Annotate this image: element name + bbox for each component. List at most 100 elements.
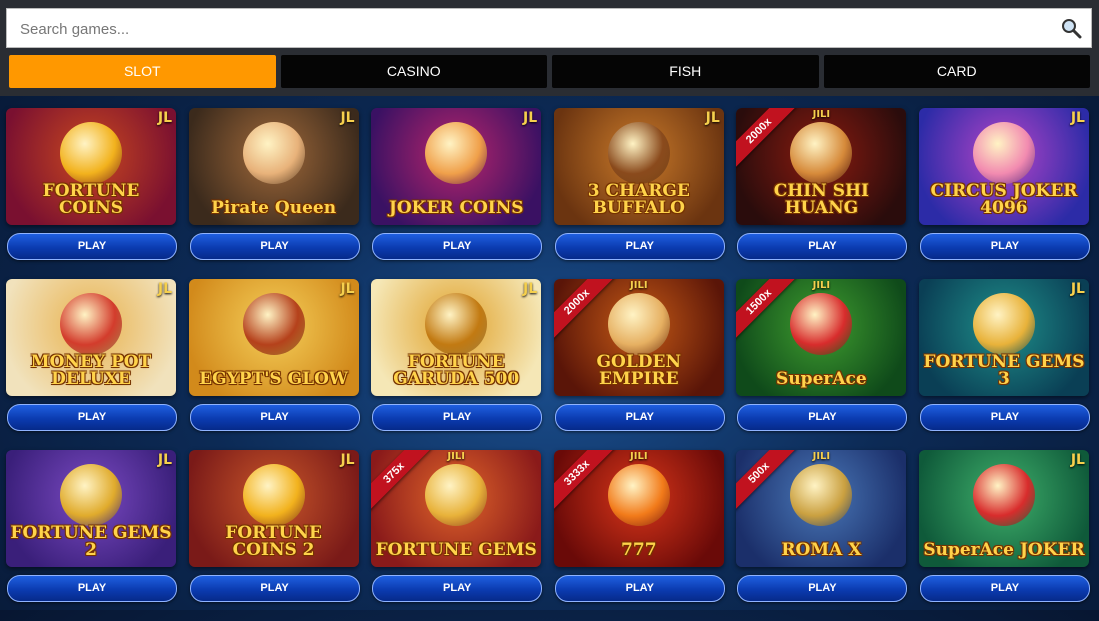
game-card: JL 3 CHARGE BUFFALO PLAY (553, 108, 725, 279)
provider-logo: JILI (630, 451, 648, 462)
provider-logo: JL (1070, 281, 1085, 297)
game-thumbnail[interactable]: JILI 2000x GOLDEN EMPIRE (553, 279, 724, 396)
game-thumbnail[interactable]: JL JOKER COINS (371, 108, 542, 225)
provider-logo: JL (157, 281, 172, 297)
play-button[interactable]: PLAY (7, 404, 177, 431)
play-button[interactable]: PLAY (919, 404, 1090, 431)
game-thumbnail[interactable]: JL FORTUNE GEMS 2 (6, 450, 176, 567)
play-button[interactable]: PLAY (189, 575, 360, 602)
game-thumbnail[interactable]: JL EGYPT'S GLOW (188, 279, 359, 396)
game-title: FORTUNE GEMS (375, 540, 537, 560)
provider-logo: JILI (812, 109, 831, 120)
play-button[interactable]: PLAY (372, 404, 543, 431)
provider-logo: JILI (812, 451, 831, 462)
game-card: JL FORTUNE GEMS 2 PLAY (6, 450, 177, 621)
play-button[interactable]: PLAY (737, 233, 908, 260)
game-character-art (790, 122, 853, 184)
game-card: JILI 1500x SuperAce PLAY (736, 279, 908, 450)
play-button[interactable]: PLAY (554, 404, 725, 431)
play-button[interactable]: PLAY (737, 575, 908, 602)
game-title: Pirate Queen (211, 198, 337, 218)
game-thumbnail[interactable]: JILI 1500x SuperAce (736, 279, 907, 396)
provider-logo: JL (1070, 452, 1085, 468)
game-title: EGYPT'S GLOW (199, 369, 348, 389)
game-thumbnail[interactable]: JL SuperAce JOKER (918, 450, 1089, 567)
game-character-art (425, 293, 488, 355)
game-grid: JL FORTUNE COINS PLAY JL Pirate Queen PLAY JL J… (6, 108, 1090, 621)
game-card: JL JOKER COINS PLAY (371, 108, 543, 279)
game-title: FORTUNE GARUDA 500 (393, 352, 520, 389)
play-button[interactable]: PLAY (554, 575, 725, 602)
game-thumbnail[interactable]: JL FORTUNE GARUDA 500 (371, 279, 542, 396)
game-title: FORTUNE COINS (42, 181, 140, 218)
game-card: JILI 500x ROMA X PLAY (736, 450, 908, 621)
provider-logo: JILI (447, 451, 465, 462)
game-card: JL SuperAce JOKER PLAY (918, 450, 1090, 621)
tab-casino[interactable]: CASINO (280, 55, 547, 88)
game-title: SuperAce (776, 369, 867, 389)
play-button[interactable]: PLAY (372, 233, 543, 260)
game-character-art (242, 122, 305, 184)
play-button[interactable]: PLAY (919, 575, 1090, 602)
game-thumbnail[interactable]: JILI 3333x 777 (553, 450, 724, 567)
provider-logo: JL (157, 452, 172, 468)
game-card: JL MONEY POT DELUXE PLAY (6, 279, 177, 450)
game-thumbnail[interactable]: JILI 500x ROMA X (736, 450, 907, 567)
game-thumbnail[interactable]: JL Pirate Queen (188, 108, 359, 225)
game-character-art (425, 122, 488, 184)
search-icon[interactable] (1060, 17, 1082, 39)
game-thumbnail[interactable]: JL FORTUNE COINS 2 (188, 450, 359, 567)
game-title: FORTUNE GEMS 2 (10, 523, 172, 560)
play-button[interactable]: PLAY (7, 575, 177, 602)
play-button[interactable]: PLAY (737, 404, 908, 431)
game-card: JL CIRCUS JOKER 4096 PLAY (918, 108, 1090, 279)
game-character-art (972, 122, 1035, 184)
header-bar: SLOT CASINO FISH CARD (0, 0, 1099, 96)
game-thumbnail[interactable]: JL MONEY POT DELUXE (6, 279, 176, 396)
game-character-art (60, 293, 122, 355)
game-character-art (60, 122, 122, 184)
game-title: SuperAce JOKER (923, 540, 1085, 560)
game-thumbnail[interactable]: JL FORTUNE COINS (6, 108, 176, 225)
game-character-art (607, 122, 670, 184)
game-thumbnail[interactable]: JILI 2000x CHIN SHI HUANG (736, 108, 907, 225)
play-button[interactable]: PLAY (554, 233, 725, 260)
game-title: FORTUNE COINS 2 (225, 523, 322, 560)
game-card: JL FORTUNE GEMS 3 PLAY (918, 279, 1090, 450)
tab-fish[interactable]: FISH (552, 55, 819, 88)
game-card: JL EGYPT'S GLOW PLAY (188, 279, 360, 450)
provider-logo: JL (523, 110, 538, 126)
search-bar (6, 8, 1092, 49)
game-title: ROMA X (781, 540, 862, 560)
play-button[interactable]: PLAY (189, 233, 360, 260)
game-character-art (60, 464, 122, 526)
provider-logo: JL (340, 452, 355, 468)
game-card: JILI 3333x 777 PLAY (553, 450, 725, 621)
game-character-art (790, 464, 853, 526)
game-character-art (242, 293, 305, 355)
game-card: JL FORTUNE COINS 2 PLAY (188, 450, 360, 621)
search-input[interactable] (18, 9, 1052, 49)
game-character-art (425, 464, 488, 526)
game-thumbnail[interactable]: JILI 375x FORTUNE GEMS (371, 450, 542, 567)
tab-slot[interactable]: SLOT (9, 55, 276, 88)
game-character-art (242, 464, 305, 526)
provider-logo: JL (157, 110, 172, 126)
provider-logo: JL (1070, 110, 1085, 126)
game-title: 3 CHARGE BUFFALO (587, 181, 690, 218)
game-thumbnail[interactable]: JL FORTUNE GEMS 3 (918, 279, 1089, 396)
game-thumbnail[interactable]: JL 3 CHARGE BUFFALO (553, 108, 724, 225)
game-thumbnail[interactable]: JL CIRCUS JOKER 4096 (918, 108, 1089, 225)
tab-card[interactable]: CARD (823, 55, 1090, 88)
game-title: JOKER COINS (388, 198, 524, 218)
play-button[interactable]: PLAY (372, 575, 543, 602)
provider-logo: JL (705, 110, 720, 126)
game-character-art (607, 293, 670, 355)
provider-logo: JL (340, 281, 355, 297)
play-button[interactable]: PLAY (189, 404, 360, 431)
game-title: 777 (621, 540, 657, 560)
game-character-art (972, 293, 1035, 355)
play-button[interactable]: PLAY (7, 233, 177, 260)
play-button[interactable]: PLAY (919, 233, 1090, 260)
game-title: MONEY POT DELUXE (30, 352, 152, 389)
